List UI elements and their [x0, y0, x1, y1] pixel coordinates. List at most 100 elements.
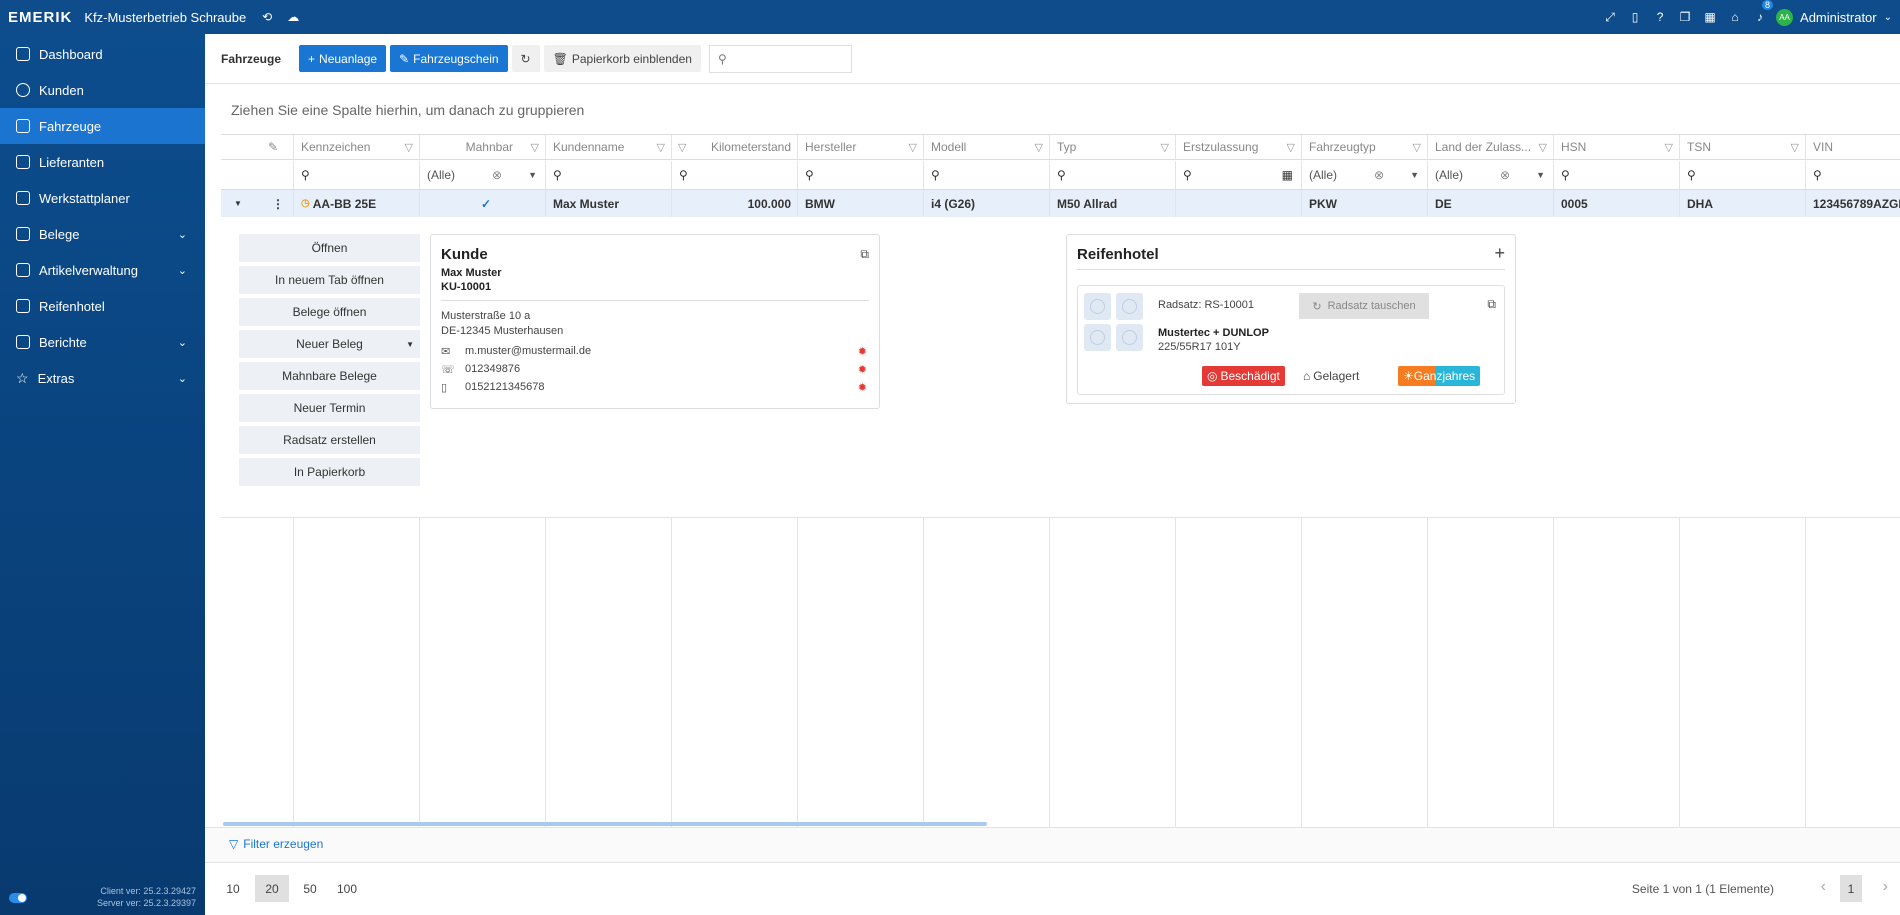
- external-link-icon[interactable]: ⧉: [1487, 297, 1496, 312]
- create-wheelset-button[interactable]: Radsatz erstellen: [239, 426, 420, 454]
- cell-vin[interactable]: 123456789AZGI: [1805, 190, 1900, 217]
- sidebar-item-extras[interactable]: ☆ Extras ⌄: [0, 360, 205, 396]
- header-kennzeichen[interactable]: Kennzeichen ▽: [293, 135, 419, 159]
- document-icon[interactable]: ▯: [1626, 8, 1644, 26]
- cell-kundenname[interactable]: Max Muster: [545, 190, 671, 217]
- cell-kilometerstand[interactable]: 100.000: [671, 190, 797, 217]
- sidebar-item-reifenhotel[interactable]: Reifenhotel: [0, 288, 205, 324]
- header-modell[interactable]: Modell ▽: [923, 135, 1049, 159]
- cell-land[interactable]: DE: [1427, 190, 1553, 217]
- table-row[interactable]: ▼ ⋮ ◷ AA-BB 25E ✓ Max Muster 100.000 BMW …: [221, 190, 1900, 217]
- header-vin[interactable]: VIN: [1805, 135, 1900, 159]
- sidebar-item-berichte[interactable]: Berichte ⌄: [0, 324, 205, 360]
- sidebar-item-fahrzeuge[interactable]: Fahrzeuge: [0, 108, 205, 144]
- calendar-icon[interactable]: ▦: [1701, 8, 1719, 26]
- open-documents-button[interactable]: Belege öffnen: [239, 298, 420, 326]
- page-size-20[interactable]: 20: [255, 875, 289, 902]
- horizontal-scrollbar[interactable]: [223, 822, 987, 826]
- registration-button[interactable]: ✎ Fahrzeugschein: [390, 45, 508, 72]
- header-kilometerstand[interactable]: ▽ Kilometerstand: [671, 135, 797, 159]
- dunnable-documents-button[interactable]: Mahnbare Belege: [239, 362, 420, 390]
- filter-icon[interactable]: ▽: [1161, 141, 1169, 154]
- sidebar-item-dashboard[interactable]: Dashboard: [0, 36, 205, 72]
- expand-icon[interactable]: ▼: [221, 190, 257, 217]
- cell-fahrzeugtyp[interactable]: PKW: [1301, 190, 1427, 217]
- next-page-icon[interactable]: ›: [1883, 878, 1888, 896]
- sidebar-item-lieferanten[interactable]: Lieferanten: [0, 144, 205, 180]
- history-icon[interactable]: ⟲: [258, 8, 276, 26]
- cell-tsn[interactable]: DHA: [1679, 190, 1805, 217]
- header-erstzulassung[interactable]: Erstzulassung ▽: [1175, 135, 1301, 159]
- page-1-button[interactable]: 1: [1840, 875, 1862, 902]
- filter-kennzeichen[interactable]: ⚲: [293, 161, 419, 189]
- filter-icon[interactable]: ▽: [1035, 141, 1043, 154]
- cloud-icon[interactable]: ☁: [284, 8, 302, 26]
- header-fahrzeugtyp[interactable]: Fahrzeugtyp ▽: [1301, 135, 1427, 159]
- filter-kilometerstand[interactable]: ⚲: [671, 161, 797, 189]
- header-hsn[interactable]: HSN ▽: [1553, 135, 1679, 159]
- cell-erstzulassung[interactable]: [1175, 190, 1301, 217]
- bell-icon[interactable]: ♪ 8: [1751, 0, 1774, 26]
- new-appointment-button[interactable]: Neuer Termin: [239, 394, 420, 422]
- filter-icon[interactable]: ▽: [1665, 141, 1673, 154]
- move-to-trash-button[interactable]: In Papierkorb: [239, 458, 420, 486]
- filter-hsn[interactable]: ⚲: [1553, 161, 1679, 189]
- filter-icon[interactable]: ▽: [1413, 141, 1421, 154]
- customer-phone[interactable]: 012349876: [465, 363, 520, 375]
- new-button[interactable]: + Neuanlage: [299, 45, 387, 72]
- car-icon[interactable]: ⌂: [1726, 8, 1744, 26]
- customer-email[interactable]: m.muster@mustermail.de: [465, 345, 591, 357]
- external-link-icon[interactable]: ⧉: [860, 247, 869, 262]
- prev-page-icon[interactable]: ‹: [1821, 878, 1826, 896]
- avatar[interactable]: AA: [1776, 8, 1794, 26]
- filter-tsn[interactable]: ⚲: [1679, 161, 1805, 189]
- refresh-button[interactable]: ↻: [511, 45, 540, 72]
- sidebar-item-artikelverwaltung[interactable]: Artikelverwaltung ⌄: [0, 252, 205, 288]
- filter-fahrzeugtyp[interactable]: (Alle) ⊗ ▼: [1301, 161, 1427, 189]
- filter-icon[interactable]: ▽: [1287, 141, 1295, 154]
- cell-hsn[interactable]: 0005: [1553, 190, 1679, 217]
- cell-hersteller[interactable]: BMW: [797, 190, 923, 217]
- group-panel[interactable]: Ziehen Sie eine Spalte hierhin, um danac…: [231, 102, 584, 118]
- new-document-button[interactable]: Neuer Beleg ▼: [239, 330, 420, 358]
- open-new-tab-button[interactable]: In neuem Tab öffnen: [239, 266, 420, 294]
- more-icon[interactable]: ⋮: [257, 190, 293, 217]
- filter-icon[interactable]: ▽: [1791, 141, 1799, 154]
- sidebar-item-werkstattplaner[interactable]: Werkstattplaner: [0, 180, 205, 216]
- page-size-10[interactable]: 10: [221, 875, 245, 902]
- clear-icon[interactable]: ⊗: [1500, 168, 1510, 182]
- search-input[interactable]: ⚲: [708, 44, 852, 73]
- filter-icon[interactable]: ▽: [531, 141, 539, 154]
- header-tsn[interactable]: TSN ▽: [1679, 135, 1805, 159]
- header-hersteller[interactable]: Hersteller ▽: [797, 135, 923, 159]
- page-size-100[interactable]: 100: [331, 875, 363, 902]
- filter-icon[interactable]: ▽: [1539, 141, 1547, 154]
- dropdown-icon[interactable]: ▼: [1410, 170, 1419, 180]
- cell-modell[interactable]: i4 (G26): [923, 190, 1049, 217]
- cell-mahnbar[interactable]: ✓: [419, 190, 545, 217]
- user-menu[interactable]: Administrator: [1800, 10, 1877, 25]
- filter-land[interactable]: (Alle) ⊗ ▼: [1427, 161, 1553, 189]
- filter-erstzulassung[interactable]: ⚲ ▦: [1175, 161, 1301, 189]
- dropdown-icon[interactable]: ▼: [1536, 170, 1545, 180]
- header-kundenname[interactable]: Kundenname ▽: [545, 135, 671, 159]
- calendar-icon[interactable]: ▦: [1282, 168, 1293, 182]
- clear-icon[interactable]: ⊗: [1374, 168, 1384, 182]
- filter-icon[interactable]: ▽: [657, 141, 665, 154]
- dropdown-icon[interactable]: ▼: [528, 170, 537, 180]
- filter-vin[interactable]: ⚲: [1805, 161, 1900, 189]
- cell-kennzeichen[interactable]: ◷ AA-BB 25E: [293, 190, 419, 217]
- filter-icon[interactable]: ▽: [909, 141, 917, 154]
- customer-mobile[interactable]: 0152121345678: [465, 381, 545, 393]
- fullscreen-icon[interactable]: ⤢: [1601, 8, 1619, 26]
- clear-icon[interactable]: ⊗: [492, 168, 502, 182]
- theme-toggle[interactable]: [9, 893, 27, 903]
- swap-wheelset-button[interactable]: ↻ Radsatz tauschen: [1299, 293, 1429, 319]
- sidebar-item-belege[interactable]: Belege ⌄: [0, 216, 205, 252]
- copy-icon[interactable]: ❐: [1676, 8, 1694, 26]
- page-size-50[interactable]: 50: [297, 875, 323, 902]
- trash-button[interactable]: 🗑 Papierkorb einblenden: [543, 45, 701, 72]
- filter-modell[interactable]: ⚲: [923, 161, 1049, 189]
- header-land[interactable]: Land der Zulass... ▽: [1427, 135, 1553, 159]
- filter-mahnbar[interactable]: (Alle) ⊗ ▼: [419, 161, 545, 189]
